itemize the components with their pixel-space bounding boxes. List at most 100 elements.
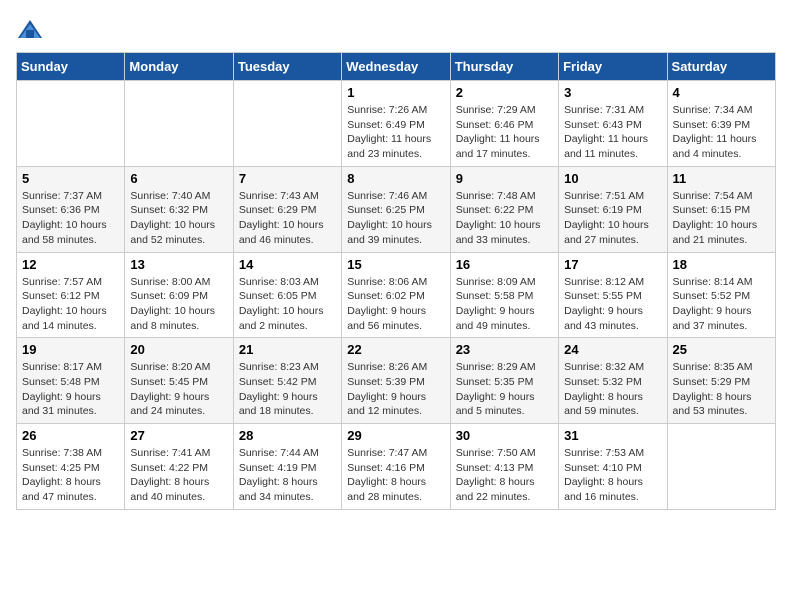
- day-number: 13: [130, 257, 227, 272]
- day-info: Sunrise: 7:43 AM Sunset: 6:29 PM Dayligh…: [239, 189, 336, 248]
- calendar-cell: 22Sunrise: 8:26 AM Sunset: 5:39 PM Dayli…: [342, 338, 450, 424]
- day-info: Sunrise: 8:06 AM Sunset: 6:02 PM Dayligh…: [347, 275, 444, 334]
- day-number: 9: [456, 171, 553, 186]
- calendar-cell: 14 Sunrise: 8:03 AM Sunset: 6:05 PM Dayli…: [233, 252, 341, 338]
- calendar-cell: 21 Sunrise: 8:23 AM Sunset: 5:42 PM Dayli…: [233, 338, 341, 424]
- day-info: Sunrise: 7:54 AM Sunset: 6:15 PM Dayligh…: [673, 189, 770, 248]
- day-info: Sunrise: 8:29 AM Sunset: 5:35 PM Dayligh…: [456, 360, 553, 419]
- day-header-tuesday: Tuesday: [233, 53, 341, 81]
- page-header: [16, 16, 776, 44]
- day-number: 27: [130, 428, 227, 443]
- day-number: 7: [239, 171, 336, 186]
- calendar-cell: 4 Sunrise: 7:34 AM Sunset: 6:39 PM Daylig…: [667, 81, 775, 167]
- day-info: Sunrise: 7:34 AM Sunset: 6:39 PM Dayligh…: [673, 103, 770, 162]
- calendar-week-row: 5 Sunrise: 7:37 AM Sunset: 6:36 PM Daylig…: [17, 166, 776, 252]
- calendar-header-row: SundayMondayTuesdayWednesdayThursdayFrid…: [17, 53, 776, 81]
- day-number: 5: [22, 171, 119, 186]
- day-number: 12: [22, 257, 119, 272]
- day-number: 4: [673, 85, 770, 100]
- calendar-cell: 17Sunrise: 8:12 AM Sunset: 5:55 PM Dayli…: [559, 252, 667, 338]
- calendar-cell: 10 Sunrise: 7:51 AM Sunset: 6:19 PM Dayli…: [559, 166, 667, 252]
- day-info: Sunrise: 8:12 AM Sunset: 5:55 PM Dayligh…: [564, 275, 661, 334]
- day-info: Sunrise: 8:23 AM Sunset: 5:42 PM Dayligh…: [239, 360, 336, 419]
- day-number: 6: [130, 171, 227, 186]
- calendar-cell: 30 Sunrise: 7:50 AM Sunset: 4:13 PM Dayli…: [450, 424, 558, 510]
- day-header-sunday: Sunday: [17, 53, 125, 81]
- calendar-cell: 19 Sunrise: 8:17 AM Sunset: 5:48 PM Dayli…: [17, 338, 125, 424]
- day-info: Sunrise: 8:32 AM Sunset: 5:32 PM Dayligh…: [564, 360, 661, 419]
- day-info: Sunrise: 8:03 AM Sunset: 6:05 PM Dayligh…: [239, 275, 336, 334]
- day-number: 24: [564, 342, 661, 357]
- day-header-monday: Monday: [125, 53, 233, 81]
- day-info: Sunrise: 7:53 AM Sunset: 4:10 PM Dayligh…: [564, 446, 661, 505]
- day-number: 19: [22, 342, 119, 357]
- day-number: 29: [347, 428, 444, 443]
- day-info: Sunrise: 7:37 AM Sunset: 6:36 PM Dayligh…: [22, 189, 119, 248]
- day-number: 25: [673, 342, 770, 357]
- day-header-friday: Friday: [559, 53, 667, 81]
- calendar-cell: 16 Sunrise: 8:09 AM Sunset: 5:58 PM Dayli…: [450, 252, 558, 338]
- day-number: 16: [456, 257, 553, 272]
- logo-icon: [16, 16, 44, 44]
- calendar-cell: 8Sunrise: 7:46 AM Sunset: 6:25 PM Daylig…: [342, 166, 450, 252]
- day-number: 21: [239, 342, 336, 357]
- day-number: 23: [456, 342, 553, 357]
- calendar-cell: 18Sunrise: 8:14 AM Sunset: 5:52 PM Dayli…: [667, 252, 775, 338]
- day-info: Sunrise: 7:40 AM Sunset: 6:32 PM Dayligh…: [130, 189, 227, 248]
- day-info: Sunrise: 8:14 AM Sunset: 5:52 PM Dayligh…: [673, 275, 770, 334]
- day-info: Sunrise: 8:26 AM Sunset: 5:39 PM Dayligh…: [347, 360, 444, 419]
- calendar-table: SundayMondayTuesdayWednesdayThursdayFrid…: [16, 52, 776, 510]
- calendar-cell: 20 Sunrise: 8:20 AM Sunset: 5:45 PM Dayli…: [125, 338, 233, 424]
- day-number: 28: [239, 428, 336, 443]
- day-number: 14: [239, 257, 336, 272]
- calendar-cell: 12Sunrise: 7:57 AM Sunset: 6:12 PM Dayli…: [17, 252, 125, 338]
- calendar-week-row: 26 Sunrise: 7:38 AM Sunset: 4:25 PM Dayli…: [17, 424, 776, 510]
- day-info: Sunrise: 7:47 AM Sunset: 4:16 PM Dayligh…: [347, 446, 444, 505]
- day-info: Sunrise: 7:38 AM Sunset: 4:25 PM Dayligh…: [22, 446, 119, 505]
- day-info: Sunrise: 8:20 AM Sunset: 5:45 PM Dayligh…: [130, 360, 227, 419]
- calendar-week-row: 1Sunrise: 7:26 AM Sunset: 6:49 PM Daylig…: [17, 81, 776, 167]
- day-number: 26: [22, 428, 119, 443]
- day-number: 20: [130, 342, 227, 357]
- calendar-cell: 3 Sunrise: 7:31 AM Sunset: 6:43 PM Daylig…: [559, 81, 667, 167]
- day-info: Sunrise: 8:17 AM Sunset: 5:48 PM Dayligh…: [22, 360, 119, 419]
- day-info: Sunrise: 7:31 AM Sunset: 6:43 PM Dayligh…: [564, 103, 661, 162]
- calendar-cell: 6 Sunrise: 7:40 AM Sunset: 6:32 PM Daylig…: [125, 166, 233, 252]
- calendar-cell: 7 Sunrise: 7:43 AM Sunset: 6:29 PM Daylig…: [233, 166, 341, 252]
- day-number: 2: [456, 85, 553, 100]
- day-info: Sunrise: 7:44 AM Sunset: 4:19 PM Dayligh…: [239, 446, 336, 505]
- calendar-cell: 9Sunrise: 7:48 AM Sunset: 6:22 PM Daylig…: [450, 166, 558, 252]
- day-info: Sunrise: 8:00 AM Sunset: 6:09 PM Dayligh…: [130, 275, 227, 334]
- calendar-cell: [125, 81, 233, 167]
- calendar-cell: 2 Sunrise: 7:29 AM Sunset: 6:46 PM Daylig…: [450, 81, 558, 167]
- calendar-cell: 25 Sunrise: 8:35 AM Sunset: 5:29 PM Dayli…: [667, 338, 775, 424]
- day-number: 30: [456, 428, 553, 443]
- calendar-cell: 11 Sunrise: 7:54 AM Sunset: 6:15 PM Dayli…: [667, 166, 775, 252]
- calendar-cell: 31 Sunrise: 7:53 AM Sunset: 4:10 PM Dayli…: [559, 424, 667, 510]
- day-number: 11: [673, 171, 770, 186]
- calendar-cell: 23 Sunrise: 8:29 AM Sunset: 5:35 PM Dayli…: [450, 338, 558, 424]
- day-info: Sunrise: 7:41 AM Sunset: 4:22 PM Dayligh…: [130, 446, 227, 505]
- calendar-cell: [667, 424, 775, 510]
- day-info: Sunrise: 7:29 AM Sunset: 6:46 PM Dayligh…: [456, 103, 553, 162]
- calendar-cell: 15 Sunrise: 8:06 AM Sunset: 6:02 PM Dayli…: [342, 252, 450, 338]
- calendar-cell: [233, 81, 341, 167]
- calendar-cell: 5 Sunrise: 7:37 AM Sunset: 6:36 PM Daylig…: [17, 166, 125, 252]
- day-number: 10: [564, 171, 661, 186]
- day-number: 3: [564, 85, 661, 100]
- calendar-cell: 28 Sunrise: 7:44 AM Sunset: 4:19 PM Dayli…: [233, 424, 341, 510]
- day-info: Sunrise: 8:35 AM Sunset: 5:29 PM Dayligh…: [673, 360, 770, 419]
- day-number: 31: [564, 428, 661, 443]
- calendar-cell: 13 Sunrise: 8:00 AM Sunset: 6:09 PM Dayli…: [125, 252, 233, 338]
- calendar-cell: 27 Sunrise: 7:41 AM Sunset: 4:22 PM Dayli…: [125, 424, 233, 510]
- calendar-week-row: 12Sunrise: 7:57 AM Sunset: 6:12 PM Dayli…: [17, 252, 776, 338]
- calendar-cell: 26 Sunrise: 7:38 AM Sunset: 4:25 PM Dayli…: [17, 424, 125, 510]
- calendar-cell: 1Sunrise: 7:26 AM Sunset: 6:49 PM Daylig…: [342, 81, 450, 167]
- day-info: Sunrise: 7:50 AM Sunset: 4:13 PM Dayligh…: [456, 446, 553, 505]
- day-info: Sunrise: 7:51 AM Sunset: 6:19 PM Dayligh…: [564, 189, 661, 248]
- day-header-thursday: Thursday: [450, 53, 558, 81]
- day-header-wednesday: Wednesday: [342, 53, 450, 81]
- day-number: 15: [347, 257, 444, 272]
- day-info: Sunrise: 8:09 AM Sunset: 5:58 PM Dayligh…: [456, 275, 553, 334]
- day-header-saturday: Saturday: [667, 53, 775, 81]
